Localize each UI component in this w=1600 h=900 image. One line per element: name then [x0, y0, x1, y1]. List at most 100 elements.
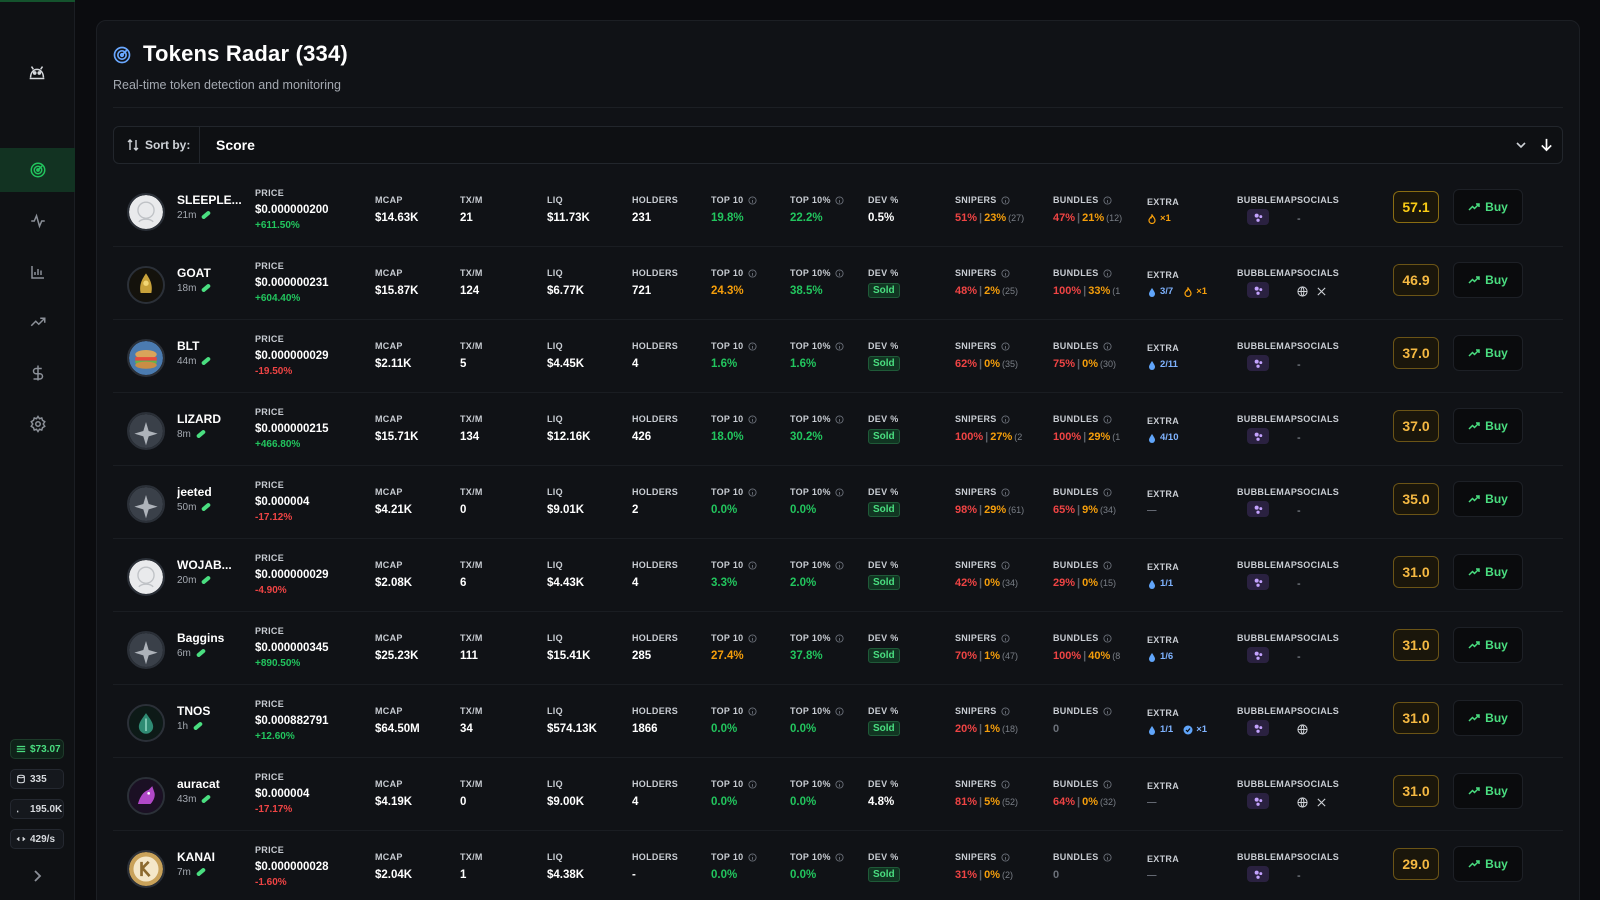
info-icon[interactable]	[747, 341, 757, 351]
sort-direction-icon[interactable]	[1539, 137, 1554, 152]
info-icon[interactable]	[1001, 195, 1010, 205]
info-icon[interactable]	[1103, 633, 1112, 643]
bubblemap-button[interactable]	[1247, 355, 1269, 371]
nav-analytics[interactable]	[0, 250, 75, 294]
buy-button[interactable]: Buy	[1453, 700, 1523, 736]
buy-button[interactable]: Buy	[1453, 846, 1523, 882]
token-name[interactable]: BLT	[177, 339, 249, 353]
info-icon[interactable]	[1103, 560, 1112, 570]
token-row[interactable]: BLT 44m PRICE $0.000000029 -19.50% MCAP …	[113, 321, 1563, 393]
info-icon[interactable]	[1103, 341, 1112, 351]
info-icon[interactable]	[747, 852, 757, 862]
info-icon[interactable]	[747, 560, 757, 570]
token-name[interactable]: LIZARD	[177, 412, 249, 426]
info-icon[interactable]	[1001, 779, 1010, 789]
info-icon[interactable]	[747, 487, 757, 497]
buy-button[interactable]: Buy	[1453, 262, 1523, 298]
token-name[interactable]: KANAI	[177, 850, 249, 864]
chevron-right-icon[interactable]	[29, 868, 45, 884]
token-name[interactable]: Baggins	[177, 631, 249, 645]
token-avatar[interactable]	[127, 777, 165, 815]
bubblemap-button[interactable]	[1247, 209, 1269, 225]
nav-activity[interactable]	[0, 199, 75, 243]
globe-icon[interactable]	[1297, 797, 1308, 808]
bubblemap-button[interactable]	[1247, 647, 1269, 663]
buy-button[interactable]: Buy	[1453, 627, 1523, 663]
info-icon[interactable]	[835, 706, 844, 716]
sort-select[interactable]: Sort by: Score	[113, 126, 1563, 164]
token-name[interactable]: GOAT	[177, 266, 249, 280]
token-avatar[interactable]	[127, 485, 165, 523]
buy-button[interactable]: Buy	[1453, 481, 1523, 517]
info-icon[interactable]	[1001, 852, 1010, 862]
info-icon[interactable]	[1001, 560, 1010, 570]
token-row[interactable]: TNOS 1h PRICE $0.000882791 +12.60% MCAP …	[113, 686, 1563, 758]
info-icon[interactable]	[1103, 414, 1112, 424]
info-icon[interactable]	[1103, 852, 1112, 862]
token-name[interactable]: auracat	[177, 777, 249, 791]
info-icon[interactable]	[835, 560, 844, 570]
info-icon[interactable]	[1001, 487, 1010, 497]
token-row[interactable]: SLEEPLE... 21m PRICE $0.000000200 +611.5…	[113, 175, 1563, 247]
token-name[interactable]: TNOS	[177, 704, 249, 718]
bubblemap-button[interactable]	[1247, 574, 1269, 590]
info-icon[interactable]	[835, 341, 844, 351]
buy-button[interactable]: Buy	[1453, 189, 1523, 225]
buy-button[interactable]: Buy	[1453, 554, 1523, 590]
globe-icon[interactable]	[1297, 286, 1308, 297]
token-avatar[interactable]	[127, 193, 165, 231]
info-icon[interactable]	[1103, 779, 1112, 789]
info-icon[interactable]	[1001, 706, 1010, 716]
token-row[interactable]: Baggins 6m PRICE $0.000000345 +890.50% M…	[113, 613, 1563, 685]
token-avatar[interactable]	[127, 850, 165, 888]
bubblemap-button[interactable]	[1247, 282, 1269, 298]
token-name[interactable]: WOJAB...	[177, 558, 249, 572]
info-icon[interactable]	[835, 268, 844, 278]
token-avatar[interactable]	[127, 266, 165, 304]
info-icon[interactable]	[1001, 268, 1010, 278]
info-icon[interactable]	[747, 779, 757, 789]
buy-button[interactable]: Buy	[1453, 335, 1523, 371]
info-icon[interactable]	[835, 414, 844, 424]
token-row[interactable]: auracat 43m PRICE $0.000004 -17.17% MCAP…	[113, 759, 1563, 831]
info-icon[interactable]	[835, 852, 844, 862]
buy-button[interactable]: Buy	[1453, 408, 1523, 444]
token-name[interactable]: jeeted	[177, 485, 249, 499]
token-name[interactable]: SLEEPLE...	[177, 193, 249, 207]
chevron-down-icon[interactable]	[1515, 139, 1527, 151]
buy-button[interactable]: Buy	[1453, 773, 1523, 809]
info-icon[interactable]	[835, 487, 844, 497]
token-row[interactable]: WOJAB... 20m PRICE $0.000000029 -4.90% M…	[113, 540, 1563, 612]
nav-wallet[interactable]	[0, 351, 75, 395]
x-twitter-icon[interactable]	[1316, 286, 1327, 297]
bubblemap-button[interactable]	[1247, 428, 1269, 444]
info-icon[interactable]	[747, 195, 757, 205]
token-row[interactable]: KANAI 7m PRICE $0.000000028 -1.60% MCAP …	[113, 832, 1563, 900]
logo-icon[interactable]	[26, 62, 48, 84]
bubblemap-button[interactable]	[1247, 720, 1269, 736]
token-row[interactable]: jeeted 50m PRICE $0.000004 -17.12% MCAP …	[113, 467, 1563, 539]
info-icon[interactable]	[747, 268, 757, 278]
nav-trending[interactable]	[0, 300, 75, 344]
info-icon[interactable]	[1001, 414, 1010, 424]
token-avatar[interactable]	[127, 412, 165, 450]
token-avatar[interactable]	[127, 558, 165, 596]
bubblemap-button[interactable]	[1247, 501, 1269, 517]
token-avatar[interactable]	[127, 631, 165, 669]
info-icon[interactable]	[747, 414, 757, 424]
info-icon[interactable]	[835, 779, 844, 789]
nav-settings[interactable]	[0, 402, 75, 446]
info-icon[interactable]	[747, 706, 757, 716]
info-icon[interactable]	[1001, 341, 1010, 351]
info-icon[interactable]	[1103, 195, 1112, 205]
x-twitter-icon[interactable]	[1316, 797, 1327, 808]
info-icon[interactable]	[1103, 487, 1112, 497]
info-icon[interactable]	[1001, 633, 1010, 643]
bubblemap-button[interactable]	[1247, 793, 1269, 809]
info-icon[interactable]	[835, 195, 844, 205]
token-row[interactable]: LIZARD 8m PRICE $0.000000215 +466.80% MC…	[113, 394, 1563, 466]
info-icon[interactable]	[1103, 268, 1112, 278]
token-avatar[interactable]	[127, 704, 165, 742]
info-icon[interactable]	[835, 633, 844, 643]
nav-radar[interactable]	[0, 148, 75, 192]
